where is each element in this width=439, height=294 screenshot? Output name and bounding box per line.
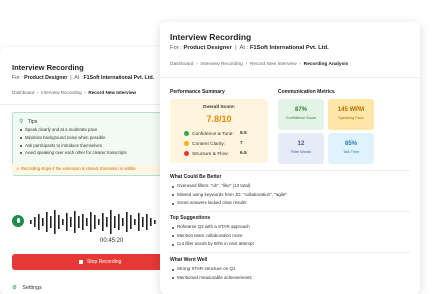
gear-icon: ⚙: [12, 285, 17, 291]
red-dot-icon: [184, 151, 189, 156]
breadcrumb-dashboard[interactable]: Dashboard: [170, 62, 193, 67]
lightbulb-icon: ⚲: [19, 119, 24, 125]
went-well-heading: What Went Well: [170, 257, 208, 263]
list-item: Some answers lacked clear results: [172, 199, 287, 208]
list-item: Rehearse Q2 with a STAR approach: [172, 223, 254, 232]
list-item: Missed using keywords from JD: "collabor…: [172, 191, 287, 200]
tip-item: Minimize background noise when possible: [20, 134, 127, 142]
tip-item: Ask participants to introduce themselves: [20, 142, 127, 150]
score-row-structure: Structure & Flow: 6.5: [184, 151, 247, 157]
metric-filler-words: 12 Filler Words: [278, 133, 324, 164]
recording-subtitle: For : Product Designer | At : F1Soft Int…: [12, 75, 155, 81]
stop-recording-label: Stop Recording: [86, 259, 122, 265]
breadcrumb-dashboard[interactable]: Dashboard: [12, 90, 34, 95]
could-be-better-heading: What Could Be Better: [170, 174, 222, 180]
divider: [170, 211, 410, 212]
settings-label: Settings: [22, 285, 42, 291]
metric-speaking-pace: 145 WPM Speaking Pace: [328, 99, 374, 130]
warning-text: Recording stops if the extension is clos…: [20, 166, 136, 171]
analysis-subtitle: For : Product Designer | At : F1Soft Int…: [170, 45, 329, 51]
settings-link[interactable]: ⚙ Settings: [12, 285, 42, 291]
list-item: Mention team collaboration more: [172, 232, 254, 241]
list-item: Strong STAR structure on Q1: [172, 265, 252, 274]
divider: [160, 77, 420, 78]
recording-title: Interview Recording: [12, 63, 84, 72]
breadcrumb-recording-analysis: Recording Analysis: [303, 62, 349, 67]
analysis-card: Interview Recording For : Product Design…: [160, 22, 420, 294]
company-name: F1Soft International Pvt. Ltd.: [249, 45, 329, 51]
warning-icon: ⚠: [16, 166, 20, 171]
green-dot-icon: [184, 131, 189, 136]
breadcrumb: Dashboard › Interview Recording › Record…: [170, 62, 349, 67]
overall-score-value: 7.8/10: [206, 114, 232, 124]
recording-timer: 00:45:20: [100, 238, 124, 244]
overall-score-card: Overall Score: 7.8/10 Confidence & Tone:…: [170, 99, 268, 163]
could-be-better-list: Overused fillers: "uh", "like" (13 total…: [172, 182, 287, 208]
breadcrumb-interview-recording[interactable]: Interview Recording: [200, 62, 242, 67]
overall-score-label: Overall Score:: [202, 105, 236, 110]
breadcrumb: Dashboard › Interview Recording › Record…: [12, 90, 137, 95]
tip-item: Avoid speaking over each other for clear…: [20, 150, 127, 156]
yellow-dot-icon: [184, 141, 189, 146]
company-name: F1Soft International Pvt. Ltd.: [83, 75, 155, 81]
breadcrumb-record-new[interactable]: Record New Interview: [250, 62, 297, 67]
tips-title: Tips: [27, 119, 38, 125]
audio-waveform: [30, 210, 156, 234]
went-well-list: Strong STAR structure on Q1 Mentioned me…: [172, 265, 252, 282]
list-item: Cut filler words by 50% in next attempt: [172, 240, 254, 249]
divider: [170, 170, 410, 171]
divider: [170, 252, 410, 253]
breadcrumb-interview-recording[interactable]: Interview Recording: [41, 90, 82, 95]
role-name: Product Designer: [24, 75, 68, 81]
list-item: Overused fillers: "uh", "like" (13 total…: [172, 182, 287, 191]
stop-icon: [78, 259, 83, 264]
top-suggestions-list: Rehearse Q2 with a STAR approach Mention…: [172, 223, 254, 249]
metric-confidence: 87% Confidence Score: [278, 99, 324, 130]
role-name: Product Designer: [183, 45, 232, 51]
list-item: Mentioned measurable achievements: [172, 274, 252, 283]
tip-item: Speak clearly and at a moderate pace: [20, 126, 127, 134]
score-row-clarity: Content Clarity: 7: [184, 141, 243, 147]
tips-list: Speak clearly and at a moderate pace Min…: [20, 126, 127, 157]
warning-banner: ⚠ Recording stops if the extension is cl…: [12, 164, 182, 174]
communication-metrics-heading: Communication Metrics: [278, 89, 335, 95]
analysis-title: Interview Recording: [170, 32, 252, 42]
performance-summary-heading: Performance Summary: [170, 89, 225, 95]
mic-icon[interactable]: [12, 215, 24, 227]
top-suggestions-heading: Top Suggestions: [170, 215, 211, 221]
score-row-confidence: Confidence & Tone: 8.5: [184, 131, 247, 137]
breadcrumb-record-new: Record New Interview: [88, 90, 137, 95]
metric-talk-time: 85% Talk Time: [328, 133, 374, 164]
